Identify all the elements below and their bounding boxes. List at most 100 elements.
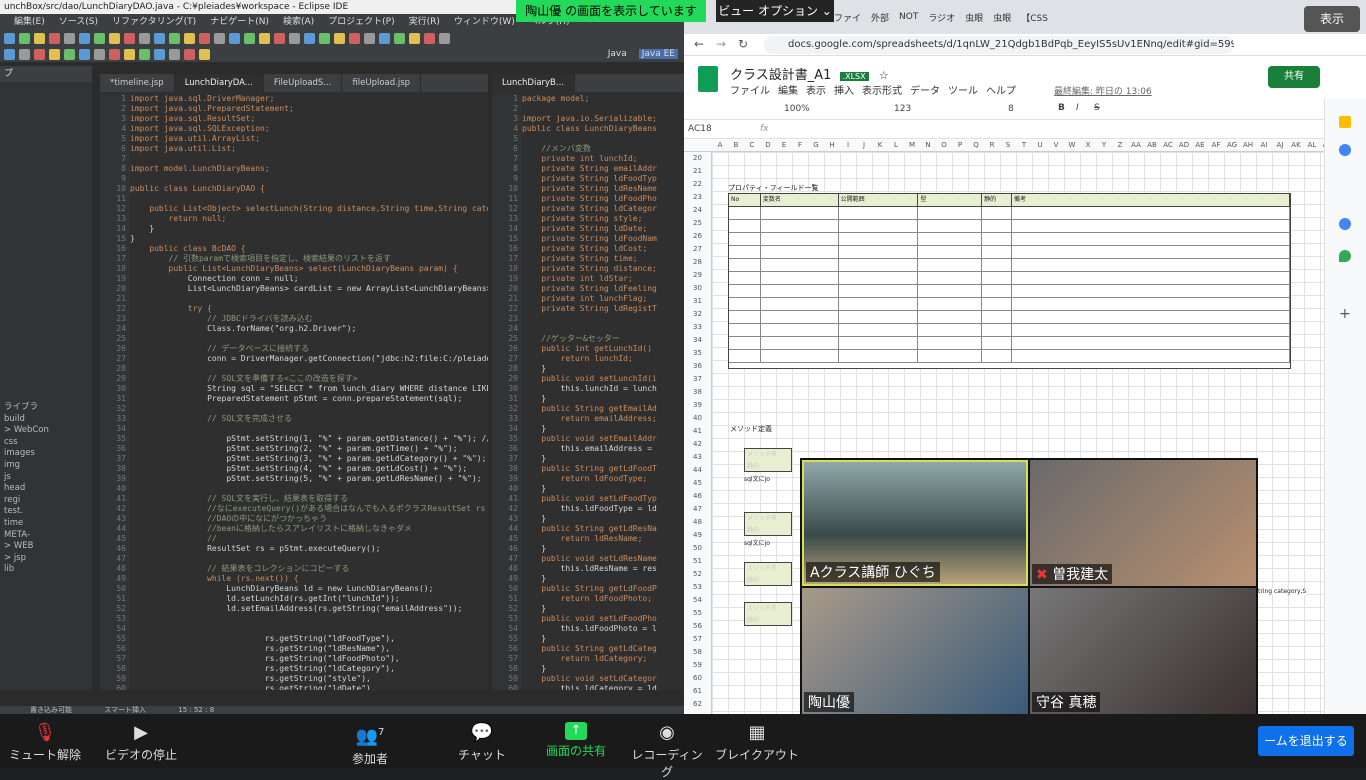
column-header[interactable]: AI [1256, 141, 1272, 149]
code-line[interactable] [130, 424, 488, 434]
property-cell[interactable] [761, 324, 839, 336]
property-cell[interactable] [982, 259, 1012, 271]
strikethrough-icon[interactable]: S [1094, 103, 1100, 113]
toolbar-icon[interactable] [394, 32, 405, 44]
toolbar-icon[interactable] [64, 32, 75, 44]
property-cell[interactable] [982, 337, 1012, 349]
sheets-menu-item[interactable]: ヘルプ [986, 86, 1016, 97]
tree-item[interactable]: img [0, 460, 92, 472]
code-line[interactable]: //メンバ変数 [522, 144, 684, 154]
row-header[interactable]: 33 [684, 321, 711, 334]
property-row[interactable] [729, 207, 1290, 220]
code-line[interactable]: private String ldCategor [522, 204, 684, 214]
row-header[interactable]: 52 [684, 568, 711, 581]
code-line[interactable] [130, 194, 488, 204]
add-addon-icon[interactable]: + [1339, 306, 1351, 322]
number-format[interactable]: 123 [894, 104, 911, 114]
property-cell[interactable] [729, 350, 761, 362]
code-line[interactable]: String sql = "SELECT * from lunch_diary … [130, 384, 488, 394]
property-row[interactable] [729, 285, 1290, 298]
toolbar-icon[interactable] [169, 32, 180, 44]
code-line[interactable]: //beanに格納したらスアレイリストに格納しなきゃダメ [130, 524, 488, 534]
column-header[interactable]: W [1064, 141, 1080, 149]
column-header[interactable]: AL [1304, 141, 1320, 149]
doc-title[interactable]: クラス設計書_A1 .XLSX ☆ [730, 64, 889, 83]
property-cell[interactable] [839, 324, 919, 336]
zoom-select[interactable]: 100% [784, 104, 810, 114]
property-cell[interactable] [982, 324, 1012, 336]
property-cell[interactable] [918, 298, 983, 310]
property-cell[interactable] [839, 233, 919, 245]
property-cell[interactable] [729, 285, 761, 297]
property-cell[interactable] [729, 311, 761, 323]
row-header[interactable]: 30 [684, 282, 711, 295]
toolbar-icon[interactable] [109, 32, 120, 44]
menu-item[interactable]: ソース(S) [59, 17, 98, 27]
view-options-button[interactable]: ビュー オプション ⌄ [716, 0, 834, 22]
code-line[interactable]: public void setEmailAddr [522, 434, 684, 444]
code-line[interactable]: private String distance; [522, 264, 684, 274]
code-line[interactable]: pStmt.setString(5, "%" + param.getLdResN… [130, 474, 488, 484]
column-header[interactable]: H [824, 141, 840, 149]
tree-item[interactable]: test. [0, 506, 92, 518]
code-line[interactable]: PreparedStatement pStmt = conn.prepareSt… [130, 394, 488, 404]
property-cell[interactable] [729, 259, 761, 271]
toolbar-icon[interactable] [424, 32, 435, 44]
menu-item[interactable]: ウィンドウ(W) [454, 17, 515, 27]
property-cell[interactable] [982, 311, 1012, 323]
property-cell[interactable] [1012, 298, 1290, 310]
code-line[interactable]: this.lunchId = lunch [522, 384, 684, 394]
property-row[interactable] [729, 350, 1290, 363]
property-cell[interactable] [1012, 259, 1290, 271]
editor-tab[interactable]: *timeline.jsp [100, 74, 175, 92]
row-header[interactable]: 29 [684, 269, 711, 282]
toolbar-icon[interactable] [244, 32, 255, 44]
row-header[interactable]: 44 [684, 464, 711, 477]
code-line[interactable] [522, 104, 684, 114]
property-cell[interactable] [918, 233, 983, 245]
column-header[interactable]: B [728, 141, 744, 149]
editor-tab[interactable]: fileUpload.jsp [342, 74, 422, 92]
column-header[interactable]: X [1080, 141, 1096, 149]
property-cell[interactable] [1012, 246, 1290, 258]
code-line[interactable]: } [522, 454, 684, 464]
property-cell[interactable] [729, 337, 761, 349]
column-header[interactable]: P [952, 141, 968, 149]
column-header[interactable]: AH [1240, 141, 1256, 149]
code-line[interactable]: import java.sql.PreparedStatement; [130, 104, 488, 114]
toolbar-icon[interactable] [199, 48, 210, 60]
code-line[interactable]: } [522, 544, 684, 554]
toolbar-icon[interactable] [124, 32, 135, 44]
tree-item[interactable]: > WebCon [0, 425, 92, 437]
video-button[interactable]: ▶ ビデオの停止 [96, 714, 186, 768]
property-cell[interactable] [839, 337, 919, 349]
menu-item[interactable]: プロジェクト(P) [328, 17, 394, 27]
code-line[interactable]: return ldFoodType; [522, 474, 684, 484]
code-line[interactable] [522, 134, 684, 144]
sheets-menu-item[interactable]: データ [910, 86, 940, 97]
column-header[interactable]: I [840, 141, 856, 149]
reload-icon[interactable]: ↻ [738, 37, 748, 51]
code-line[interactable]: this.ldCategory = ld [522, 684, 684, 690]
column-header[interactable]: N [920, 141, 936, 149]
browser-tab[interactable]: 【CSS [1021, 11, 1048, 24]
toolbar-icon[interactable] [184, 32, 195, 44]
toolbar-icon[interactable] [19, 32, 30, 44]
code-line[interactable]: public class BcDAO { [130, 244, 488, 254]
tree-item[interactable]: lib [0, 564, 92, 576]
property-cell[interactable] [839, 272, 919, 284]
tree-item[interactable]: time [0, 518, 92, 530]
code-line[interactable]: public int getLunchId() [522, 344, 684, 354]
code-line[interactable]: public String getLdFoodP [522, 584, 684, 594]
row-header[interactable]: 56 [684, 620, 711, 633]
property-cell[interactable] [839, 350, 919, 362]
browser-tab[interactable]: 虫眼 [993, 11, 1011, 24]
code-line[interactable] [130, 614, 488, 624]
row-header[interactable]: 36 [684, 360, 711, 373]
code-line[interactable]: private int lunchId; [522, 154, 684, 164]
column-header[interactable]: T [1016, 141, 1032, 149]
property-cell[interactable] [982, 272, 1012, 284]
property-cell[interactable] [918, 337, 983, 349]
column-header[interactable]: Y [1096, 141, 1112, 149]
code-line[interactable]: // SQL文を完成させる [130, 414, 488, 424]
